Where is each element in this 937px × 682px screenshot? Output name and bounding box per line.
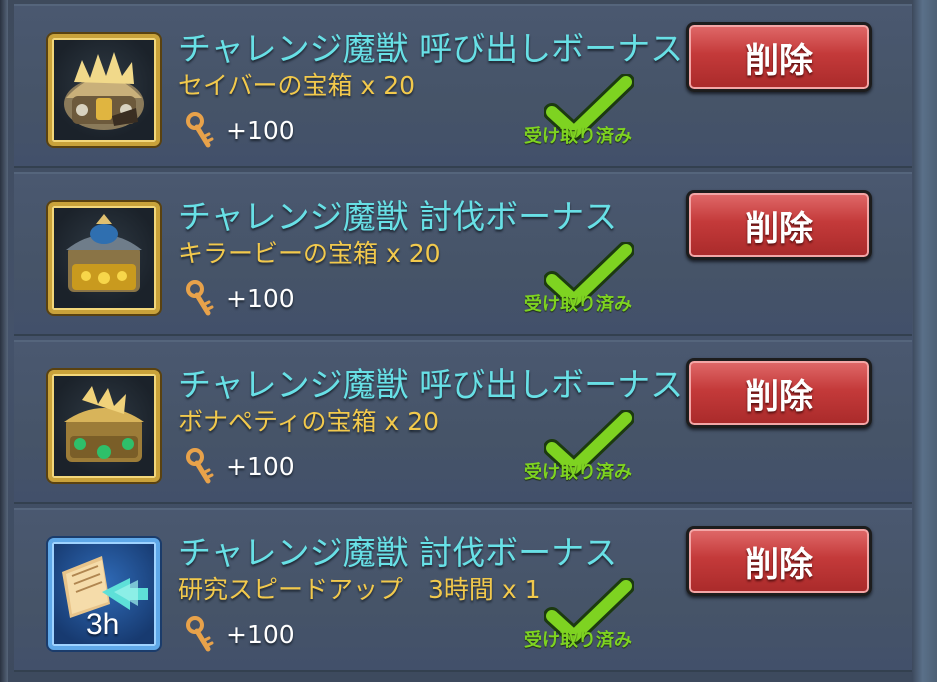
panel-left-edge <box>0 0 8 682</box>
claimed-status: 受け取り済み <box>524 294 632 315</box>
row-title: チャレンジ魔獣 呼び出しボーナス <box>178 29 684 68</box>
delete-button[interactable]: 削除 <box>686 358 872 428</box>
key-icon <box>186 112 214 148</box>
reward-amount: +100 <box>226 451 295 481</box>
key-icon <box>186 616 214 652</box>
mail-row[interactable]: チャレンジ魔獣 討伐ボーナス キラービーの宝箱 x 20 +100 受け取り済み… <box>14 172 912 336</box>
mail-row[interactable]: 3h チャレンジ魔獣 討伐ボーナス 研究スピードアップ 3時間 x 1 +100… <box>14 508 912 672</box>
row-item-text: ボナペティの宝箱 x 20 <box>178 407 440 436</box>
row-title: チャレンジ魔獣 呼び出しボーナス <box>178 365 684 404</box>
claimed-status: 受け取り済み <box>524 630 632 651</box>
mail-row[interactable]: チャレンジ魔獣 呼び出しボーナス ボナペティの宝箱 x 20 +100 受け取り… <box>14 340 912 504</box>
reward: +100 <box>184 112 295 148</box>
delete-button[interactable]: 削除 <box>686 22 872 92</box>
row-item-text: キラービーの宝箱 x 20 <box>178 239 441 268</box>
bon-appetit-chest-icon <box>48 370 160 482</box>
delete-button[interactable]: 削除 <box>686 190 872 260</box>
scrollbar-track[interactable] <box>913 0 937 682</box>
reward-amount: +100 <box>226 283 295 313</box>
row-title: チャレンジ魔獣 討伐ボーナス <box>178 197 618 236</box>
saber-chest-icon <box>48 34 160 146</box>
row-item-text: 研究スピードアップ 3時間 x 1 <box>178 575 541 604</box>
reward: +100 <box>184 448 295 484</box>
duration-label: 3h <box>86 608 120 641</box>
killer-bee-chest-icon <box>48 202 160 314</box>
research-speedup-icon: 3h <box>48 538 160 650</box>
row-item-text: セイバーの宝箱 x 20 <box>178 71 416 100</box>
claimed-status: 受け取り済み <box>524 126 632 147</box>
row-title: チャレンジ魔獣 討伐ボーナス <box>178 533 618 572</box>
key-icon <box>186 448 214 484</box>
reward-amount: +100 <box>226 115 295 145</box>
claimed-status: 受け取り済み <box>524 462 632 483</box>
key-icon <box>186 280 214 316</box>
reward: +100 <box>184 280 295 316</box>
mail-row[interactable]: チャレンジ魔獣 呼び出しボーナス セイバーの宝箱 x 20 +100 受け取り済… <box>14 4 912 168</box>
delete-button[interactable]: 削除 <box>686 526 872 596</box>
reward: +100 <box>184 616 295 652</box>
reward-amount: +100 <box>226 619 295 649</box>
